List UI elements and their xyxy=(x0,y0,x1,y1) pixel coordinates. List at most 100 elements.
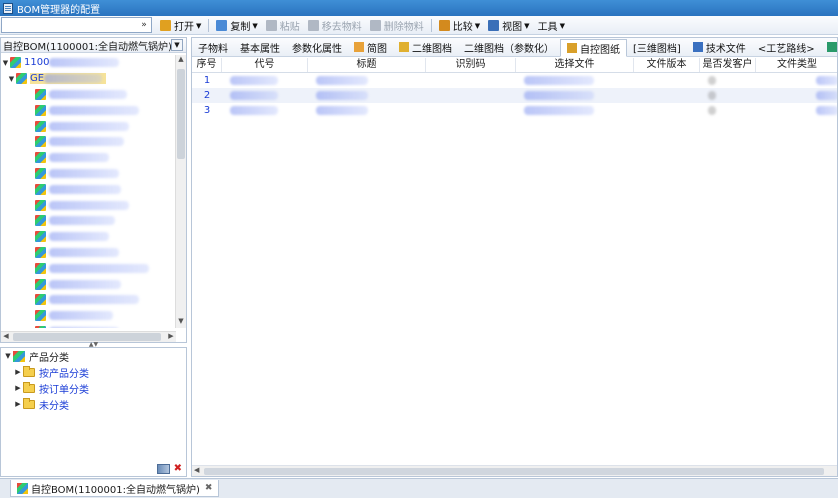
column-header[interactable]: 代号 xyxy=(222,58,308,72)
document-tab[interactable]: 自控BOM(1100001:全自动燃气锅炉) ✖ xyxy=(10,480,220,497)
tab-7[interactable]: [三维图档] xyxy=(627,38,687,56)
table-cell[interactable] xyxy=(516,103,634,118)
chevron-down-icon[interactable]: ▼ xyxy=(560,22,565,30)
search-combo[interactable]: » xyxy=(1,17,152,33)
column-header[interactable]: 是否发客户 xyxy=(700,58,756,72)
bom-tree-vscroll[interactable]: ▲ ▼ xyxy=(175,55,186,328)
tree-node[interactable] xyxy=(1,229,176,245)
close-tab-icon[interactable]: ✖ xyxy=(205,483,213,493)
tab-10[interactable]: 材料 xyxy=(821,38,837,56)
table-row[interactable]: 2 xyxy=(192,88,837,103)
chevron-down-icon[interactable]: ▼ xyxy=(252,22,257,30)
scroll-thumb[interactable] xyxy=(177,69,185,159)
scroll-right-icon[interactable]: ▶ xyxy=(166,332,176,342)
table-cell[interactable] xyxy=(634,88,700,103)
view-button[interactable]: 视图 ▼ xyxy=(484,17,533,34)
table-cell[interactable] xyxy=(426,88,516,103)
open-button[interactable]: 打开 ▼ xyxy=(156,17,205,34)
collapse-icon[interactable]: ▼ xyxy=(1,59,10,67)
tab-2[interactable]: 参数化属性 xyxy=(286,38,348,56)
eraser-icon[interactable] xyxy=(156,463,170,474)
table-cell[interactable] xyxy=(700,73,756,88)
table-row[interactable]: 3 xyxy=(192,103,837,118)
close-icon[interactable]: ✖ xyxy=(174,463,182,474)
chevron-down-icon[interactable]: ▼ xyxy=(196,22,201,30)
tree-node[interactable] xyxy=(1,276,176,292)
tools-button[interactable]: 工具 ▼ xyxy=(534,17,569,34)
delete-material-button[interactable]: 删除物料 xyxy=(366,17,428,34)
category-item[interactable]: ▶ 按产品分类 xyxy=(3,364,89,380)
tree-node[interactable] xyxy=(1,292,176,308)
table-cell[interactable] xyxy=(700,103,756,118)
tab-4[interactable]: 二维图档 xyxy=(393,38,458,56)
table-cell[interactable] xyxy=(426,73,516,88)
table-cell[interactable] xyxy=(756,88,837,103)
table-row[interactable]: 1 xyxy=(192,73,837,88)
bom-selector[interactable]: 自控BOM(1100001:全自动燃气锅炉) ▼ xyxy=(1,38,186,53)
scroll-down-icon[interactable]: ▼ xyxy=(176,317,186,328)
table-cell[interactable] xyxy=(516,88,634,103)
collapse-icon[interactable]: ▼ xyxy=(7,75,16,83)
column-header[interactable]: 识别码 xyxy=(426,58,516,72)
compare-button[interactable]: 比较 ▼ xyxy=(435,17,484,34)
scroll-up-icon[interactable]: ▲ xyxy=(176,55,186,66)
tree-node[interactable] xyxy=(1,166,176,182)
scroll-left-icon[interactable]: ◀ xyxy=(1,332,11,342)
expand-icon[interactable]: ▶ xyxy=(13,400,23,408)
tree-node[interactable] xyxy=(1,87,176,103)
table-cell[interactable] xyxy=(634,103,700,118)
column-header[interactable]: 序号 xyxy=(192,58,222,72)
tree-node[interactable] xyxy=(1,118,176,134)
column-header[interactable]: 文件版本 xyxy=(634,58,700,72)
tree-node[interactable] xyxy=(1,324,176,328)
combo-dropdown-icon[interactable]: » xyxy=(139,18,149,32)
category-item[interactable]: ▶ 未分类 xyxy=(3,396,89,412)
table-cell[interactable] xyxy=(308,88,426,103)
copy-button[interactable]: 复制 ▼ xyxy=(212,17,261,34)
table-cell[interactable] xyxy=(222,88,308,103)
tab-8[interactable]: 技术文件 xyxy=(687,38,752,56)
tab-3[interactable]: 简图 xyxy=(348,38,393,56)
column-header[interactable]: 标题 xyxy=(308,58,426,72)
remove-material-button[interactable]: 移去物料 xyxy=(304,17,366,34)
table-cell[interactable] xyxy=(634,73,700,88)
chevron-down-icon[interactable]: ▼ xyxy=(524,22,529,30)
table-cell[interactable] xyxy=(222,73,308,88)
grid-hscroll[interactable]: ◀ xyxy=(192,465,837,476)
chevron-down-icon[interactable]: ▼ xyxy=(475,22,480,30)
column-header[interactable]: 选择文件 xyxy=(516,58,634,72)
tree-node-selected[interactable]: ▼ GE xyxy=(1,71,176,87)
tree-node[interactable] xyxy=(1,260,176,276)
table-cell[interactable] xyxy=(700,88,756,103)
table-cell[interactable] xyxy=(222,103,308,118)
tree-node[interactable] xyxy=(1,197,176,213)
expand-icon[interactable]: ▶ xyxy=(13,368,23,376)
category-root[interactable]: ▼ 产品分类 xyxy=(3,348,89,364)
tab-6[interactable]: 自控图纸 xyxy=(560,39,627,57)
tree-node[interactable] xyxy=(1,134,176,150)
tree-node[interactable] xyxy=(1,181,176,197)
tab-0[interactable]: 子物料 xyxy=(192,38,234,56)
scroll-left-icon[interactable]: ◀ xyxy=(194,466,199,474)
table-cell[interactable] xyxy=(756,73,837,88)
scroll-thumb[interactable] xyxy=(13,333,161,341)
table-cell[interactable] xyxy=(308,103,426,118)
tab-9[interactable]: <工艺路线> xyxy=(752,38,821,56)
tree-root[interactable]: ▼ 1100 xyxy=(1,55,176,71)
category-item[interactable]: ▶ 按订单分类 xyxy=(3,380,89,396)
table-cell[interactable] xyxy=(308,73,426,88)
paste-button[interactable]: 粘贴 xyxy=(262,17,304,34)
tree-node[interactable] xyxy=(1,150,176,166)
table-cell[interactable] xyxy=(516,73,634,88)
expand-icon[interactable]: ▶ xyxy=(13,384,23,392)
tab-5[interactable]: 二维图档（参数化） xyxy=(458,38,560,56)
scroll-thumb[interactable] xyxy=(204,468,824,475)
table-cell[interactable] xyxy=(756,103,837,118)
tree-node[interactable] xyxy=(1,308,176,324)
tab-1[interactable]: 基本属性 xyxy=(234,38,286,56)
tree-node[interactable] xyxy=(1,102,176,118)
tree-node[interactable] xyxy=(1,213,176,229)
collapse-icon[interactable]: ▼ xyxy=(3,352,13,360)
column-header[interactable]: 文件类型 xyxy=(756,58,837,72)
tree-node[interactable] xyxy=(1,245,176,261)
